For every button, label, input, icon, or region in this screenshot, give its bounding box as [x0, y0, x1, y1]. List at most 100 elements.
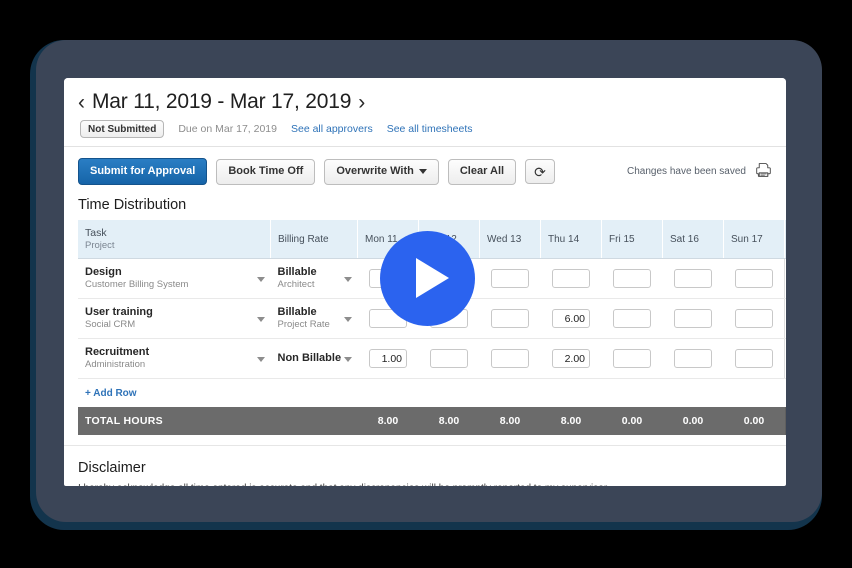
billing-rate-sub: Architect: [277, 279, 315, 291]
hours-input[interactable]: [674, 309, 712, 328]
chevron-down-icon[interactable]: [343, 356, 352, 362]
cell-day-2[interactable]: [479, 298, 541, 339]
billing-rate-value: Non Billable: [277, 351, 342, 364]
cell-task[interactable]: Design Customer Billing System: [78, 258, 271, 299]
cell-day-1[interactable]: [418, 338, 480, 379]
column-header-total: Total: [784, 220, 786, 259]
column-header-day-4: Fri 15: [601, 220, 663, 259]
hours-input[interactable]: [734, 349, 773, 368]
cell-day-5[interactable]: [662, 298, 724, 339]
totals-grand-total: 32.00: [784, 407, 786, 435]
task-name: Design: [85, 265, 122, 278]
chevron-right-icon[interactable]: ›: [358, 92, 365, 113]
cell-day-6[interactable]: [723, 258, 785, 299]
column-header-task-label: Task: [85, 227, 107, 239]
cell-day-5[interactable]: [662, 258, 724, 299]
clear-all-button[interactable]: Clear All: [447, 158, 517, 185]
hours-input[interactable]: [491, 309, 529, 328]
hours-input[interactable]: [613, 269, 651, 288]
cell-day-3[interactable]: [540, 338, 602, 379]
cell-row-total: 3.00: [784, 338, 786, 379]
totals-day-2: 8.00: [479, 407, 541, 435]
chevron-down-icon[interactable]: [256, 316, 265, 322]
column-header-day-6: Sun 17: [723, 220, 785, 259]
status-badge: Not Submitted: [80, 120, 165, 138]
page-title: Mar 11, 2019 - Mar 17, 2019: [92, 90, 352, 113]
column-header-day-2: Wed 13: [479, 220, 541, 259]
header-meta: Not Submitted Due on Mar 17, 2019 See al…: [78, 120, 772, 138]
billing-rate-value: Billable: [277, 265, 317, 278]
link-see-all-timesheets[interactable]: See all timesheets: [387, 123, 473, 135]
chevron-down-icon[interactable]: [343, 276, 352, 282]
disclaimer-text: I hereby acknowledge all time entered is…: [78, 483, 772, 486]
hours-input[interactable]: [491, 349, 529, 368]
cell-day-6[interactable]: [723, 338, 785, 379]
add-row-button[interactable]: + Add Row: [85, 388, 137, 399]
cell-task[interactable]: User training Social CRM: [78, 298, 271, 339]
column-header-task: Task Project: [78, 220, 271, 259]
cell-day-3[interactable]: [540, 298, 602, 339]
hours-input[interactable]: [491, 269, 529, 288]
overwrite-with-button[interactable]: Overwrite With: [324, 158, 439, 185]
hours-input[interactable]: [674, 349, 712, 368]
totals-day-4: 0.00: [601, 407, 663, 435]
cell-day-6[interactable]: [723, 298, 785, 339]
chevron-down-icon[interactable]: [256, 356, 265, 362]
hours-input[interactable]: [552, 269, 590, 288]
disclaimer-section: Disclaimer I hereby acknowledge all time…: [64, 445, 786, 486]
page-header: ‹ Mar 11, 2019 - Mar 17, 2019 › Not Subm…: [64, 78, 786, 147]
submit-for-approval-button[interactable]: Submit for Approval: [78, 158, 208, 185]
cell-day-4[interactable]: [601, 338, 663, 379]
section-title-time-distribution: Time Distribution: [78, 197, 187, 213]
cell-billing-rate[interactable]: Non Billable: [270, 338, 358, 379]
disclaimer-title: Disclaimer: [78, 460, 146, 476]
screenshot-stage: ‹ Mar 11, 2019 - Mar 17, 2019 › Not Subm…: [0, 0, 852, 568]
column-header-day-3: Thu 14: [540, 220, 602, 259]
cell-day-4[interactable]: [601, 298, 663, 339]
link-see-all-approvers[interactable]: See all approvers: [291, 123, 373, 135]
cell-day-0[interactable]: [357, 338, 419, 379]
totals-row: TOTAL HOURS 8.00 8.00 8.00 8.00 0.00 0.0…: [78, 407, 786, 435]
cell-row-total: 14.00: [784, 258, 786, 299]
totals-day-1: 8.00: [418, 407, 480, 435]
play-icon[interactable]: [380, 231, 475, 326]
cell-day-3[interactable]: [540, 258, 602, 299]
totals-day-0: 8.00: [357, 407, 419, 435]
cell-day-5[interactable]: [662, 338, 724, 379]
hours-input[interactable]: [734, 269, 773, 288]
chevron-left-icon[interactable]: ‹: [78, 92, 85, 113]
cell-day-2[interactable]: [479, 338, 541, 379]
totals-day-5: 0.00: [662, 407, 724, 435]
hours-input[interactable]: [369, 349, 407, 368]
hours-input[interactable]: [552, 349, 590, 368]
cell-task[interactable]: Recruitment Administration: [78, 338, 271, 379]
cell-billing-rate[interactable]: Billable Architect: [270, 258, 358, 299]
hours-input[interactable]: [613, 349, 651, 368]
printer-icon[interactable]: [755, 161, 772, 183]
project-name: Administration: [85, 359, 146, 371]
totals-day-3: 8.00: [540, 407, 602, 435]
cell-day-2[interactable]: [479, 258, 541, 299]
chevron-down-icon[interactable]: [256, 276, 265, 282]
save-status-area: Changes have been saved: [627, 161, 772, 183]
hours-input[interactable]: [734, 309, 773, 328]
task-name: Recruitment: [85, 345, 150, 358]
add-row-cell: + Add Row: [78, 378, 785, 407]
project-name: Customer Billing System: [85, 279, 189, 291]
add-row-row: + Add Row: [78, 378, 786, 407]
save-status-text: Changes have been saved: [627, 166, 746, 177]
project-name: Social CRM: [85, 319, 136, 331]
cell-day-4[interactable]: [601, 258, 663, 299]
action-toolbar: Submit for Approval Book Time Off Overwr…: [64, 147, 786, 191]
chevron-down-icon[interactable]: [343, 316, 352, 322]
totals-day-6: 0.00: [723, 407, 785, 435]
book-time-off-button[interactable]: Book Time Off: [216, 158, 316, 185]
hours-input[interactable]: [674, 269, 712, 288]
cell-billing-rate[interactable]: Billable Project Rate: [270, 298, 358, 339]
refresh-icon[interactable]: ⟳: [525, 159, 555, 184]
overwrite-with-label: Overwrite With: [336, 165, 414, 177]
hours-input[interactable]: [613, 309, 651, 328]
totals-label: TOTAL HOURS: [78, 407, 358, 435]
hours-input[interactable]: [552, 309, 590, 328]
hours-input[interactable]: [430, 349, 468, 368]
